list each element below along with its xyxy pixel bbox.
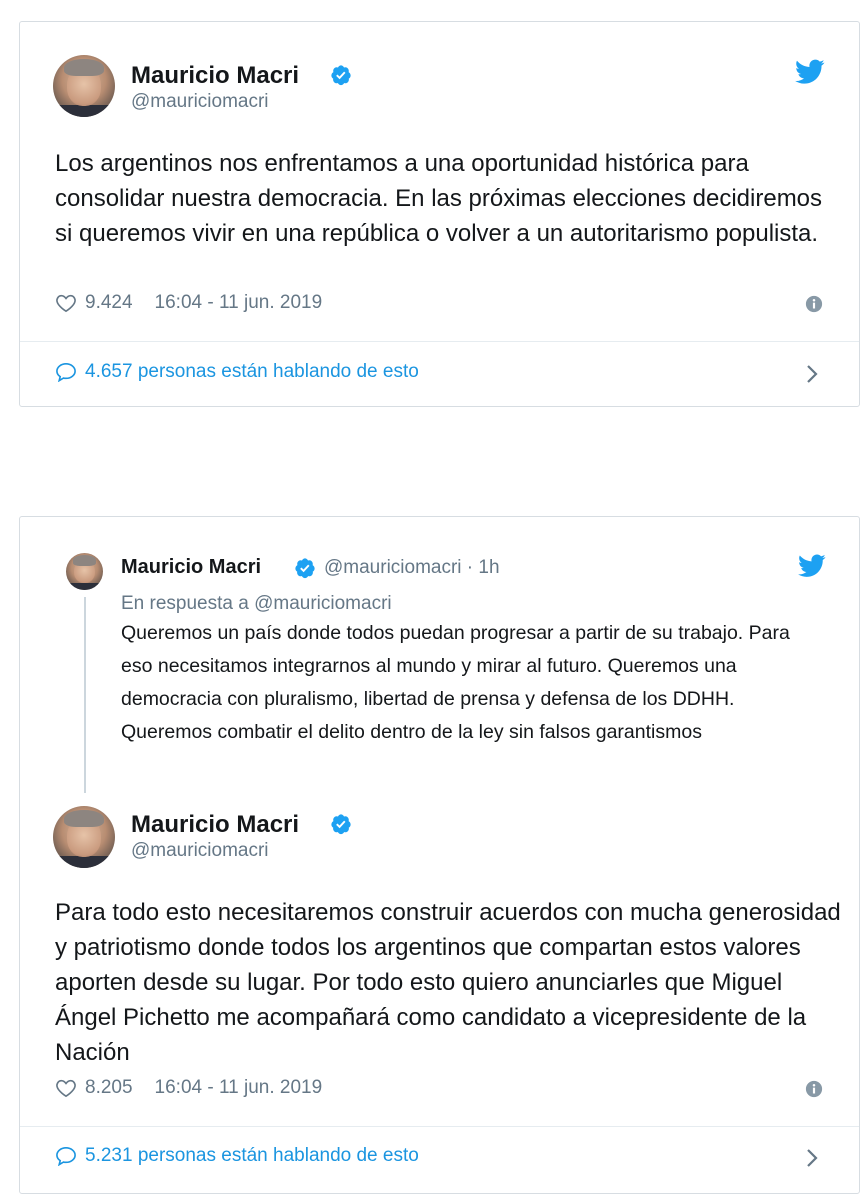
verified-badge-icon [331,65,351,86]
conversation-link[interactable]: 5.231 personas están hablando de esto [55,1145,419,1167]
speech-bubble-icon [56,362,76,382]
twitter-bird-icon[interactable] [798,554,826,578]
quoted-handle-time[interactable]: @mauriciomacri · 1h [324,557,500,579]
like-count[interactable]: 9.424 [85,292,133,314]
speech-bubble-icon [56,1146,76,1166]
verified-badge-icon [295,558,315,579]
info-icon[interactable] [805,295,823,313]
quoted-tweet-text: Queremos un país donde todos puedan prog… [121,622,790,743]
verified-badge-icon [331,814,351,835]
author-handle[interactable]: @mauriciomacri [131,840,269,862]
timestamp[interactable]: 16:04 - 11 jun. 2019 [155,292,323,314]
tweet-text: Los argentinos nos enfrentamos a una opo… [55,150,823,247]
tweet-card-1: Mauricio Macri @mauriciomacri Los argent… [19,21,860,407]
author-handle[interactable]: @mauriciomacri [131,91,269,113]
quoted-author-avatar[interactable] [66,553,103,590]
heart-icon[interactable] [55,293,77,313]
thread-line [84,597,86,793]
tweet-meta: 8.205 16:04 - 11 jun. 2019 [55,1077,322,1099]
like-count[interactable]: 8.205 [85,1077,133,1099]
timestamp[interactable]: 16:04 - 11 jun. 2019 [155,1077,323,1099]
heart-icon[interactable] [55,1078,77,1098]
twitter-bird-icon[interactable] [795,59,825,85]
conversation-count: 4.657 personas están hablando de esto [85,361,419,382]
chevron-right-icon[interactable] [805,1147,819,1169]
conversation-link[interactable]: 4.657 personas están hablando de esto [55,361,419,383]
tweet-meta: 9.424 16:04 - 11 jun. 2019 [55,292,322,314]
conversation-count: 5.231 personas están hablando de esto [85,1145,419,1166]
chevron-right-icon[interactable] [805,363,819,385]
divider [20,341,859,342]
tweet-text: Para todo esto necesitaremos construir a… [55,899,841,1066]
author-avatar[interactable] [53,806,115,868]
reply-to-label[interactable]: En respuesta a @mauriciomacri [121,593,392,615]
author-avatar[interactable] [53,55,115,117]
quoted-author-name[interactable]: Mauricio Macri [121,556,261,579]
author-name[interactable]: Mauricio Macri [131,62,299,90]
tweet-card-2: Mauricio Macri @mauriciomacri · 1h En re… [19,516,860,1194]
author-name[interactable]: Mauricio Macri [131,811,299,839]
divider [20,1126,859,1127]
info-icon[interactable] [805,1080,823,1098]
